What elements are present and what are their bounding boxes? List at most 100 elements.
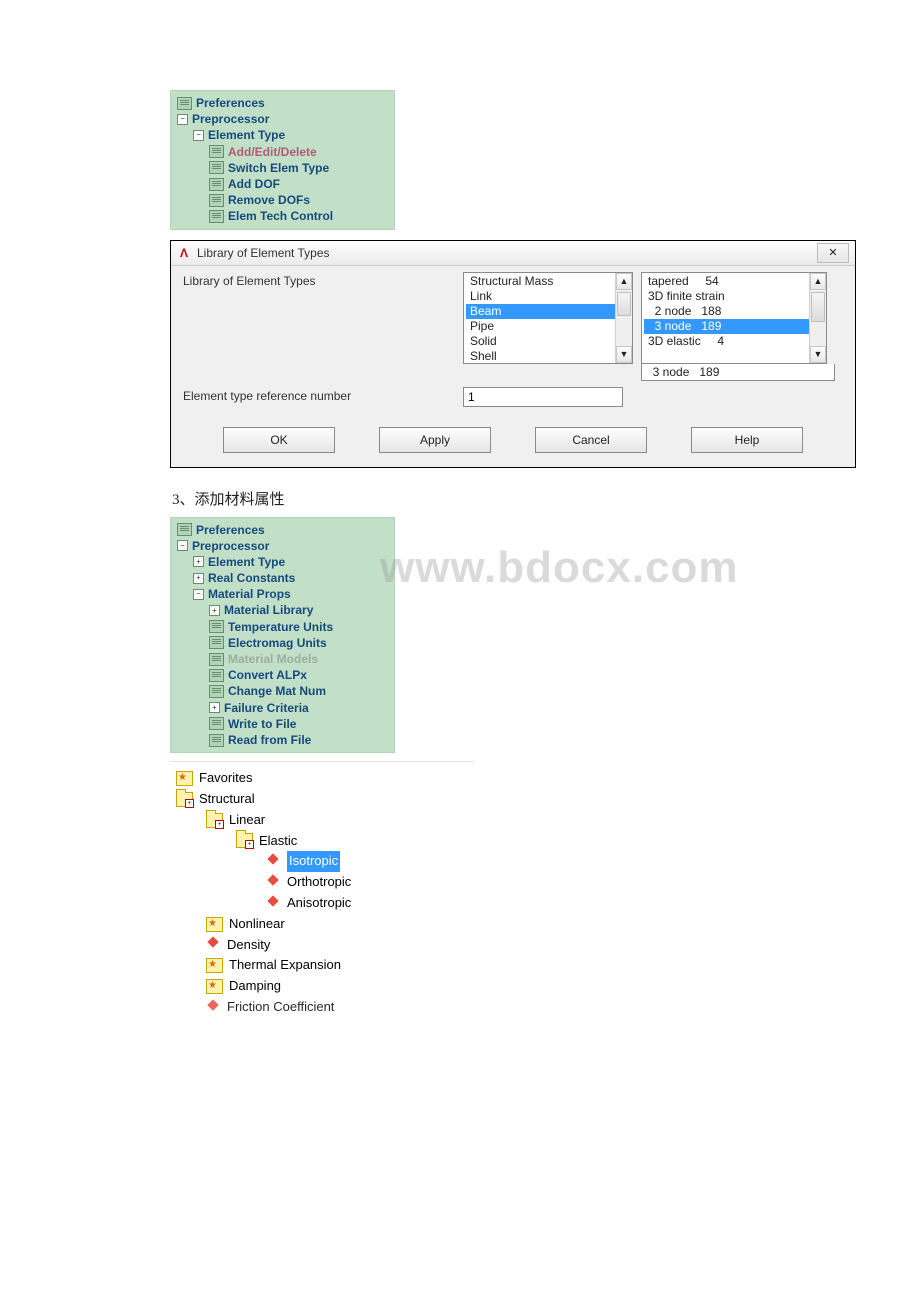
list-item[interactable]: Pipe	[466, 319, 630, 334]
list-item[interactable]: Solid	[466, 334, 630, 349]
scroll-up-icon[interactable]: ▲	[616, 273, 632, 290]
tree-preferences-row[interactable]: Preferences	[171, 522, 394, 538]
mat-anisotropic[interactable]: Anisotropic	[170, 893, 474, 914]
list-item[interactable]: 3D elastic 4	[644, 334, 824, 349]
mat-isotropic[interactable]: Isotropic	[170, 851, 474, 872]
tree-item[interactable]: Electromag Units	[171, 635, 394, 651]
tree-elemtype-label: Element Type	[208, 554, 285, 570]
leaf-icon	[177, 523, 192, 536]
scroll-thumb[interactable]	[617, 292, 631, 316]
tree-item-switch[interactable]: Switch Elem Type	[171, 160, 394, 176]
diamond-icon	[266, 855, 281, 868]
collapse-icon[interactable]: −	[177, 114, 188, 125]
apply-button[interactable]: Apply	[379, 427, 491, 453]
mat-damping[interactable]: Damping	[170, 976, 474, 997]
list-item[interactable]: 2 node 188	[644, 304, 824, 319]
tree-item-label: Change Mat Num	[228, 683, 326, 699]
tree-elemtype-row[interactable]: + Element Type	[171, 554, 394, 570]
ref-number-input[interactable]	[463, 387, 623, 407]
leaf-icon	[209, 194, 224, 207]
mat-nonlinear[interactable]: Nonlinear	[170, 914, 474, 935]
expand-icon[interactable]: +	[209, 605, 220, 616]
leaf-icon	[209, 620, 224, 633]
leaf-icon	[209, 636, 224, 649]
tree-item-add-dof[interactable]: Add DOF	[171, 176, 394, 192]
tree-item[interactable]: Change Mat Num	[171, 683, 394, 699]
favorites-icon	[176, 771, 193, 786]
tree-item[interactable]: Convert ALPx	[171, 667, 394, 683]
list-item[interactable]: Structural Mass	[466, 274, 630, 289]
mat-orthotropic[interactable]: Orthotropic	[170, 872, 474, 893]
mat-label: Damping	[229, 976, 281, 997]
collapse-icon[interactable]: −	[177, 540, 188, 551]
tree-realconst-row[interactable]: + Real Constants	[171, 570, 394, 586]
expand-icon[interactable]: +	[209, 702, 220, 713]
tree-preferences-row[interactable]: Preferences	[171, 95, 394, 111]
section-heading: 3、添加材料属性	[172, 488, 774, 509]
element-listbox[interactable]: tapered 54 3D finite strain 2 node 188 3…	[641, 272, 827, 364]
scroll-down-icon[interactable]: ▼	[810, 346, 826, 363]
tree-item-label: Elem Tech Control	[228, 208, 333, 224]
tree-item-material-models[interactable]: Material Models	[171, 651, 394, 667]
tree-item-remove-dofs[interactable]: Remove DOFs	[171, 192, 394, 208]
app-icon: Λ	[177, 246, 191, 260]
cancel-button[interactable]: Cancel	[535, 427, 647, 453]
expand-icon[interactable]: +	[193, 573, 204, 584]
close-button[interactable]: ✕	[817, 243, 849, 263]
tree-item[interactable]: + Failure Criteria	[171, 700, 394, 716]
tree-item[interactable]: Temperature Units	[171, 619, 394, 635]
list-item[interactable]: tapered 54	[644, 274, 824, 289]
leaf-icon	[209, 685, 224, 698]
tree-preferences-label: Preferences	[196, 95, 265, 111]
expand-icon[interactable]: +	[193, 556, 204, 567]
collapse-icon[interactable]: −	[193, 130, 204, 141]
mat-label: Density	[227, 935, 270, 956]
mat-elastic[interactable]: + Elastic	[170, 831, 474, 852]
mat-label: Thermal Expansion	[229, 955, 341, 976]
mat-favorites[interactable]: Favorites	[170, 768, 474, 789]
scroll-thumb[interactable]	[811, 292, 825, 322]
mat-density[interactable]: Density	[170, 935, 474, 956]
list-item[interactable]: Link	[466, 289, 630, 304]
tree-item[interactable]: Read from File	[171, 732, 394, 748]
tree-item-label: Remove DOFs	[228, 192, 310, 208]
tree-item-label: Convert ALPx	[228, 667, 307, 683]
folder-icon	[206, 917, 223, 932]
tree-item[interactable]: Write to File	[171, 716, 394, 732]
category-listbox[interactable]: Structural Mass Link Beam Pipe Solid She…	[463, 272, 633, 364]
tree-elemtype-row[interactable]: − Element Type	[171, 127, 394, 143]
mat-label: Favorites	[199, 768, 252, 789]
tree-item-elem-tech[interactable]: Elem Tech Control	[171, 208, 394, 224]
tree-item-label: Write to File	[228, 716, 296, 732]
help-button[interactable]: Help	[691, 427, 803, 453]
tree-preprocessor-row[interactable]: − Preprocessor	[171, 538, 394, 554]
close-icon: ✕	[828, 246, 837, 259]
mat-friction[interactable]: Friction Coefficient	[170, 997, 474, 1018]
mat-structural[interactable]: + Structural	[170, 789, 474, 810]
tree-item-add-edit-delete[interactable]: Add/Edit/Delete	[171, 144, 394, 160]
list-item[interactable]: Beam	[466, 304, 630, 319]
ok-button[interactable]: OK	[223, 427, 335, 453]
folder-icon: +	[236, 833, 253, 848]
list-item[interactable]: 3 node 189	[644, 319, 824, 334]
leaf-icon	[209, 734, 224, 747]
list-item[interactable]: 3D finite strain	[644, 289, 824, 304]
scrollbar[interactable]: ▲ ▼	[615, 273, 632, 363]
leaf-icon	[209, 178, 224, 191]
collapse-icon[interactable]: −	[193, 589, 204, 600]
tree-matprops-row[interactable]: − Material Props	[171, 586, 394, 602]
mat-label: Friction Coefficient	[227, 997, 334, 1018]
leaf-icon	[209, 717, 224, 730]
scrollbar[interactable]: ▲ ▼	[809, 273, 826, 363]
tree-preprocessor-row[interactable]: − Preprocessor	[171, 111, 394, 127]
mat-linear[interactable]: + Linear	[170, 810, 474, 831]
ansys-tree-2: Preferences − Preprocessor + Element Typ…	[170, 517, 395, 754]
tree-item-label: Read from File	[228, 732, 311, 748]
ansys-tree-1: Preferences − Preprocessor − Element Typ…	[170, 90, 395, 230]
list-item[interactable]: Shell	[466, 349, 630, 364]
tree-item[interactable]: + Material Library	[171, 602, 394, 618]
scroll-down-icon[interactable]: ▼	[616, 346, 632, 363]
scroll-up-icon[interactable]: ▲	[810, 273, 826, 290]
mat-thermal[interactable]: Thermal Expansion	[170, 955, 474, 976]
diamond-icon	[266, 876, 281, 889]
